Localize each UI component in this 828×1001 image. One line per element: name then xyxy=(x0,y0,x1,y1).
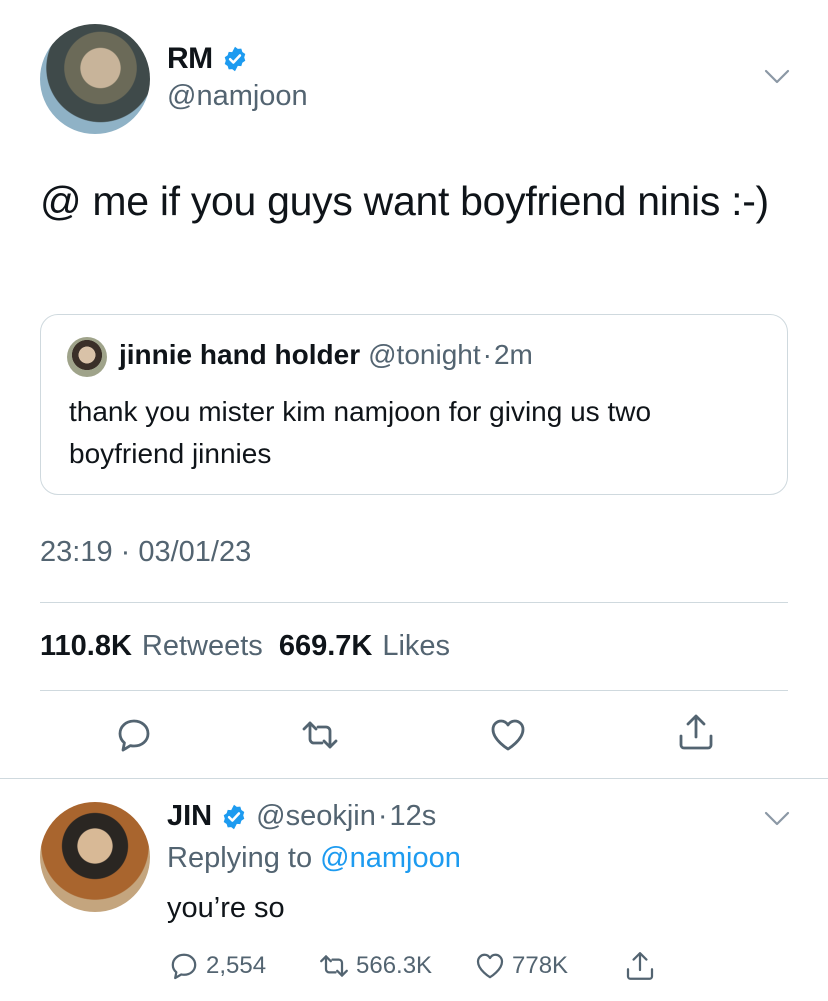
reply-tweet-author-name[interactable]: JIN xyxy=(167,800,212,833)
like-action[interactable]: 778K xyxy=(474,950,568,982)
quoted-tweet-handle: @tonight xyxy=(368,339,481,370)
main-tweet-text: @ me if you guys want boyfriend ninis :-… xyxy=(40,178,769,224)
quoted-tweet-header: jinnie hand holder @tonight · 2m xyxy=(119,339,533,371)
reply-tweet-avatar[interactable] xyxy=(40,802,150,912)
quoted-tweet-text: thank you mister kim namjoon for giving … xyxy=(69,396,652,469)
quoted-tweet-separator: · xyxy=(482,339,492,370)
retweet-action[interactable]: 566.3K xyxy=(318,950,432,982)
chevron-down-icon[interactable] xyxy=(763,808,791,830)
retweet-count: 566.3K xyxy=(356,952,433,979)
reply-tweet-header: JIN @seokjin · 12s xyxy=(167,800,436,833)
divider xyxy=(0,778,828,779)
reply-icon[interactable] xyxy=(114,715,154,755)
chevron-down-icon[interactable] xyxy=(763,66,791,88)
reply-action[interactable]: 2,554 xyxy=(168,950,266,982)
divider xyxy=(40,602,788,603)
share-icon xyxy=(626,952,654,980)
reply-count: 2,554 xyxy=(206,952,267,979)
quoted-tweet-card[interactable]: jinnie hand holder @tonight · 2m thank you… xyxy=(40,314,788,495)
quoted-tweet-author-name: jinnie hand holder xyxy=(119,339,361,370)
divider xyxy=(40,690,788,691)
reply-tweet-text: you’re so xyxy=(167,892,285,924)
like-icon xyxy=(476,953,504,979)
retweets-label[interactable]: Retweets xyxy=(142,630,263,663)
like-count[interactable]: 669.7K xyxy=(279,630,373,663)
replying-to-prefix: Replying to xyxy=(167,842,313,874)
share-action[interactable] xyxy=(624,950,656,982)
quoted-tweet-avatar xyxy=(67,337,107,377)
reply-icon xyxy=(171,953,197,980)
quoted-tweet-time: 2m xyxy=(493,339,533,370)
replying-to-line: Replying to @namjoon xyxy=(167,842,461,875)
like-count: 778K xyxy=(512,952,569,979)
reply-tweet-separator: · xyxy=(377,800,388,832)
share-icon[interactable] xyxy=(676,712,716,752)
main-tweet-name-text: RM xyxy=(167,42,213,75)
reply-tweet-handle[interactable]: @seokjin xyxy=(256,800,376,833)
replying-to-handle-link[interactable]: @namjoon xyxy=(320,842,461,874)
tweet-stats: 110.8K Retweets 669.7K Likes xyxy=(40,630,456,663)
reply-tweet-time[interactable]: 12s xyxy=(390,800,437,833)
tweet-timestamp[interactable]: 23:19 · 03/01/23 xyxy=(40,536,251,569)
verified-badge-icon xyxy=(224,46,245,72)
like-icon[interactable] xyxy=(488,715,528,755)
main-tweet-avatar[interactable] xyxy=(40,24,150,134)
retweet-icon xyxy=(320,955,348,977)
main-tweet-handle[interactable]: @namjoon xyxy=(167,80,308,113)
likes-label[interactable]: Likes xyxy=(382,630,450,663)
retweet-count[interactable]: 110.8K xyxy=(40,630,132,663)
verified-badge-icon xyxy=(223,804,245,829)
main-tweet-author-name[interactable]: RM xyxy=(167,42,249,76)
retweet-icon[interactable] xyxy=(300,715,340,755)
